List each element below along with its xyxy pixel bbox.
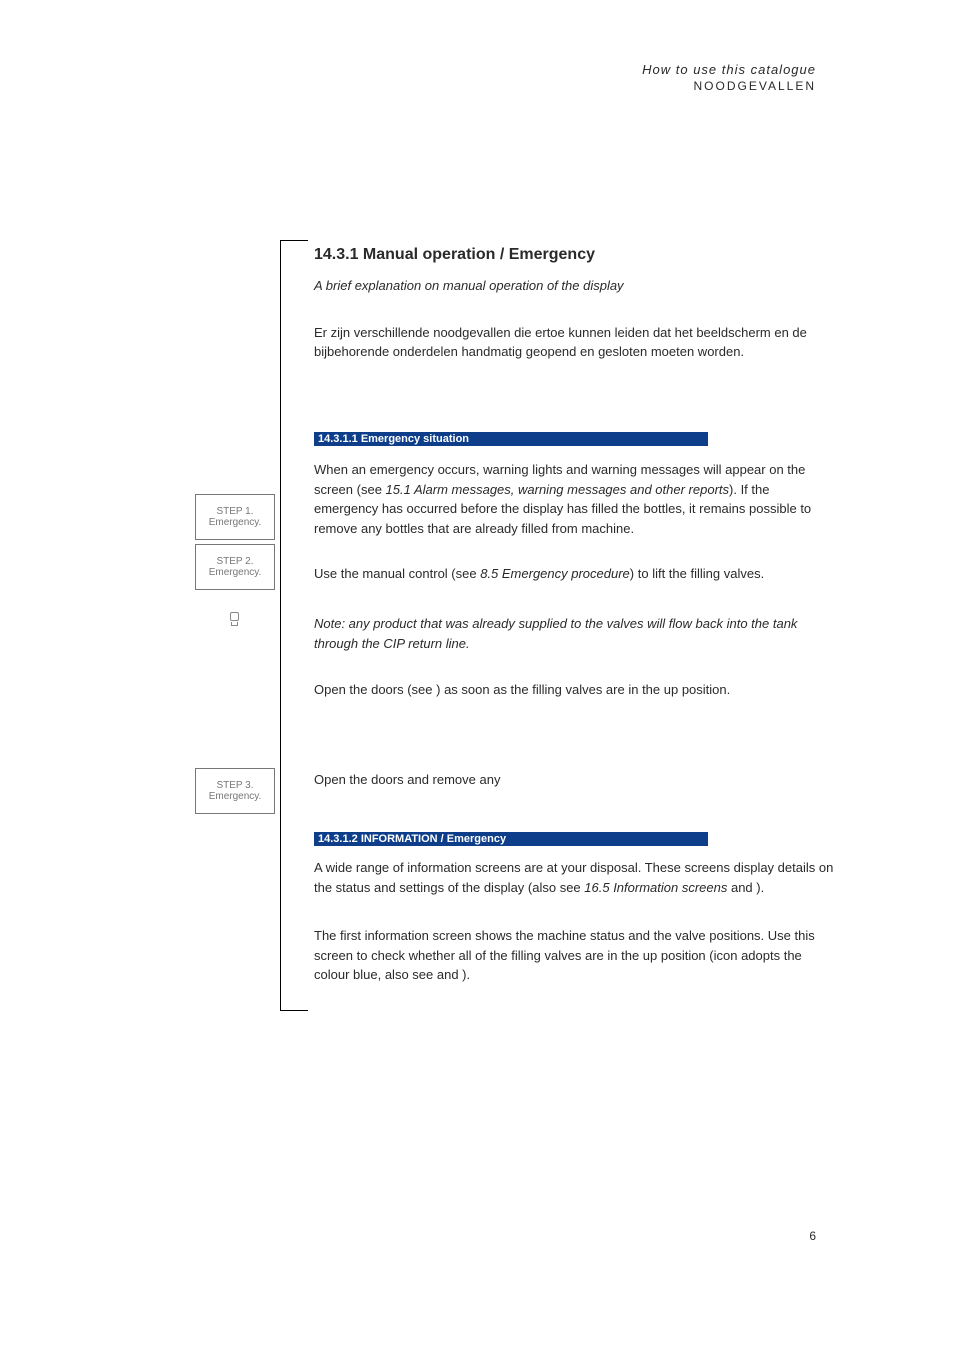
para-note: Note: any product that was already suppl… bbox=[314, 614, 836, 653]
section-heading: 14.3.1 Manual operation / Emergency bbox=[314, 246, 836, 264]
bracket-vertical bbox=[280, 240, 281, 1010]
section-subtitle: A brief explanation on manual operation … bbox=[314, 278, 836, 293]
subsection-bar-emergency: 14.3.1.1 Emergency situation bbox=[314, 432, 708, 446]
para-manual-control: Use the manual control (see 8.5 Emergenc… bbox=[314, 564, 836, 584]
step-3-sublabel: Emergency. bbox=[209, 791, 262, 802]
p2-text-a: Use the manual control (see bbox=[314, 566, 480, 581]
step-1-label: STEP 1. bbox=[216, 506, 253, 517]
para-open-doors-1: Open the doors (see ) as soon as the fil… bbox=[314, 680, 836, 700]
lamp-icon bbox=[225, 612, 243, 626]
step-box-3: STEP 3. Emergency. bbox=[195, 768, 275, 814]
step-2-label: STEP 2. bbox=[216, 556, 253, 567]
para-open-doors-2: Open the doors and remove any bbox=[314, 770, 836, 790]
document-page: How to use this catalogue NOODGEVALLEN 1… bbox=[0, 0, 954, 1351]
step-3-label: STEP 3. bbox=[216, 780, 253, 791]
p6-ref: 16.5 Information screens bbox=[584, 880, 727, 895]
para-emergency-intro: When an emergency occurs, warning lights… bbox=[314, 460, 836, 538]
bracket-bottom bbox=[280, 1010, 308, 1011]
subsection-bar-information: 14.3.1.2 INFORMATION / Emergency bbox=[314, 832, 708, 846]
header-category: NOODGEVALLEN bbox=[642, 79, 816, 93]
p2-text-b: ) to lift the filling valves. bbox=[630, 566, 764, 581]
p2-ref: 8.5 Emergency procedure bbox=[480, 566, 630, 581]
p6-text-b: and ). bbox=[727, 880, 764, 895]
para-info-screens: A wide range of information screens are … bbox=[314, 858, 836, 897]
para-first-info-screen: The first information screen shows the m… bbox=[314, 926, 836, 985]
header-title: How to use this catalogue bbox=[642, 62, 816, 77]
section-intro: Er zijn verschillende noodgevallen die e… bbox=[314, 324, 836, 362]
page-number: 6 bbox=[809, 1229, 816, 1243]
step-2-sublabel: Emergency. bbox=[209, 567, 262, 578]
page-header: How to use this catalogue NOODGEVALLEN bbox=[642, 62, 816, 93]
step-box-1: STEP 1. Emergency. bbox=[195, 494, 275, 540]
step-box-2: STEP 2. Emergency. bbox=[195, 544, 275, 590]
p1-ref: 15.1 Alarm messages, warning messages an… bbox=[386, 482, 729, 497]
bracket-top bbox=[280, 240, 308, 241]
step-1-sublabel: Emergency. bbox=[209, 517, 262, 528]
